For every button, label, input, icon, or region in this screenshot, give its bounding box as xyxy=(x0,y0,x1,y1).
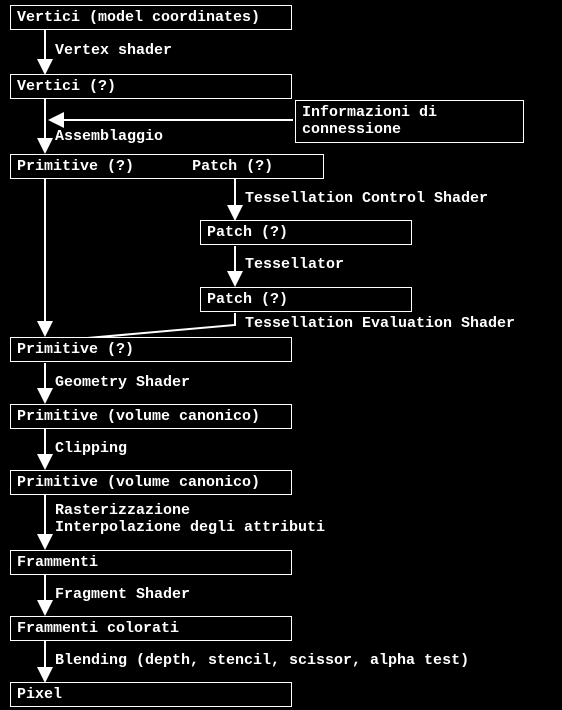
label-blending: Blending (depth, stencil, scissor, alpha… xyxy=(55,652,469,669)
label-clipping: Clipping xyxy=(55,440,127,457)
label-fragment: Fragment Shader xyxy=(55,586,190,603)
primitive-patch-left: Primitive (?) xyxy=(17,158,134,175)
box-frammenti-col: Frammenti colorati xyxy=(10,616,292,641)
label-vertex-shader: Vertex shader xyxy=(55,42,172,59)
box-primitive-vc2: Primitive (volume canonico) xyxy=(10,470,292,495)
label-tess-eval: Tessellation Evaluation Shader xyxy=(245,315,515,332)
box-primitive-vc1: Primitive (volume canonico) xyxy=(10,404,292,429)
label-tessellator: Tessellator xyxy=(245,256,344,273)
box-conn-info: Informazioni diconnessione xyxy=(295,100,524,143)
box-primitive2: Primitive (?) xyxy=(10,337,292,362)
box-vertici: Vertici (?) xyxy=(10,74,292,99)
box-primitive-patch: Primitive (?) Patch (?) xyxy=(10,154,324,179)
box-frammenti: Frammenti xyxy=(10,550,292,575)
conn-info-text: Informazioni diconnessione xyxy=(302,104,437,138)
box-vertici-model: Vertici (model coordinates) xyxy=(10,5,292,30)
primitive-patch-right: Patch (?) xyxy=(192,158,273,175)
box-pixel: Pixel xyxy=(10,682,292,707)
label-geometry: Geometry Shader xyxy=(55,374,190,391)
label-assemblaggio: Assemblaggio xyxy=(55,128,163,145)
box-patch1: Patch (?) xyxy=(200,220,412,245)
label-raster: RasterizzazioneInterpolazione degli attr… xyxy=(55,502,325,537)
label-tess-control: Tessellation Control Shader xyxy=(245,190,488,207)
box-patch2: Patch (?) xyxy=(200,287,412,312)
